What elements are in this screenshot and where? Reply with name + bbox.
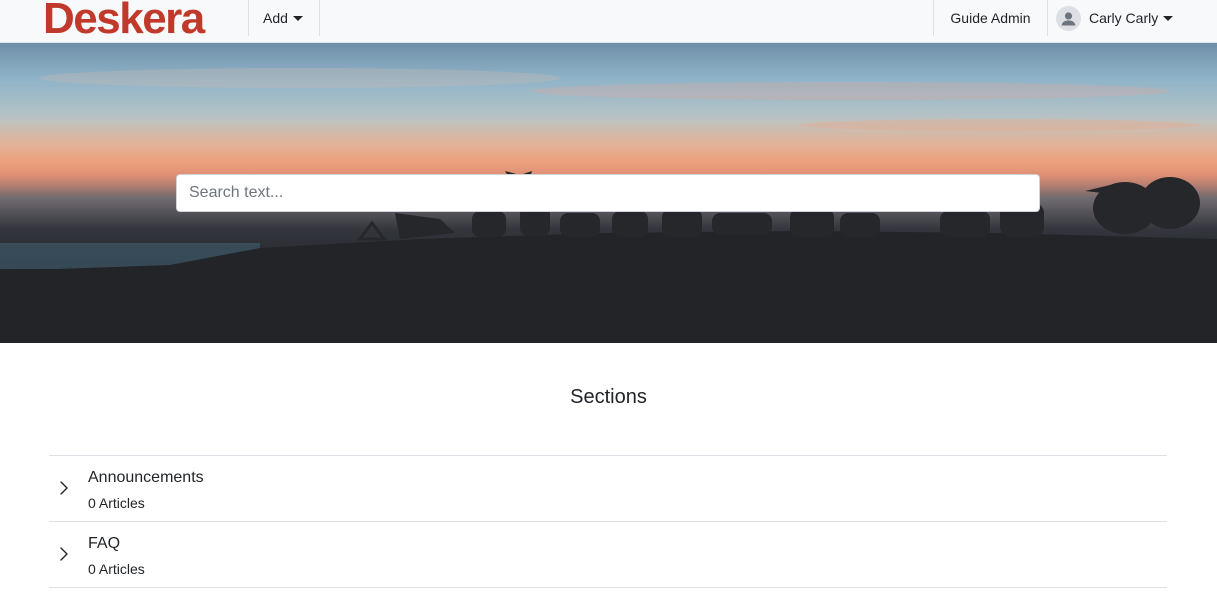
guide-admin-link[interactable]: Guide Admin [934, 0, 1047, 36]
user-name: Carly Carly [1089, 0, 1174, 36]
section-item-faq[interactable]: FAQ 0 Articles [49, 522, 1167, 588]
deskera-logo[interactable]: Deskera [43, 0, 205, 41]
section-item-announcements[interactable]: Announcements 0 Articles [49, 456, 1167, 522]
chevron-right-icon [60, 547, 68, 561]
chevron-right-icon [60, 481, 68, 495]
nav-divider [319, 0, 320, 36]
user-menu-dropdown[interactable]: Carly Carly [1048, 0, 1188, 36]
section-article-count: 0 Articles [88, 561, 145, 577]
section-article-count: 0 Articles [88, 495, 145, 511]
section-name: Announcements [88, 469, 204, 486]
section-name: FAQ [88, 535, 121, 552]
caret-down-icon [1163, 15, 1174, 21]
top-navbar: Deskera Add Guide Admin Carly Carly [0, 0, 1217, 43]
caret-down-icon [292, 15, 303, 21]
user-avatar-icon [1056, 6, 1081, 31]
sections-heading: Sections [570, 386, 647, 408]
add-dropdown-button[interactable]: Add [249, 0, 319, 36]
sections-list: Announcements 0 Articles FAQ 0 Articles [49, 455, 1167, 588]
add-label: Add [263, 10, 288, 26]
hero-banner [0, 43, 1217, 343]
search-input[interactable] [176, 174, 1040, 212]
